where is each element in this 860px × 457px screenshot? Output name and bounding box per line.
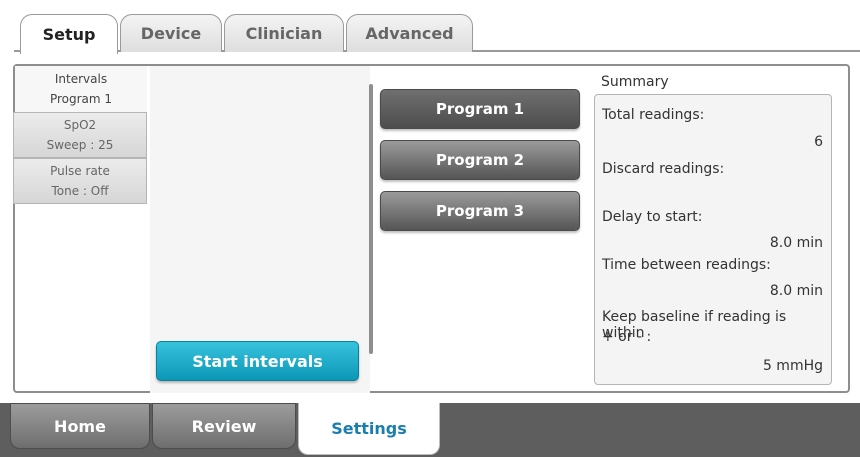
vertical-divider [369, 84, 373, 354]
summary-box: Total readings: 6 Discard readings: Dela… [594, 94, 832, 385]
program-2-button[interactable]: Program 2 [380, 140, 580, 180]
tab-clinician[interactable]: Clinician [224, 14, 344, 52]
list-item-subtitle: Tone : Off [51, 184, 109, 198]
top-tab-bar: Setup Device Clinician Advanced [0, 0, 860, 60]
total-readings-label: Total readings: [602, 107, 705, 123]
summary-title: Summary [601, 74, 669, 90]
list-item-intervals[interactable]: Intervals Program 1 [15, 66, 147, 112]
bottom-tab-home[interactable]: Home [10, 403, 150, 449]
time-between-label: Time between readings: [602, 257, 771, 273]
baseline-label-line2: + or - : [602, 329, 652, 345]
discard-readings-label: Discard readings: [602, 161, 725, 177]
start-intervals-button[interactable]: Start intervals [156, 341, 359, 381]
list-item-spo2[interactable]: SpO2 Sweep : 25 [13, 112, 147, 158]
settings-list: Intervals Program 1 SpO2 Sweep : 25 Puls… [13, 66, 147, 205]
time-between-value: 8.0 min [769, 283, 823, 299]
list-item-title: SpO2 [63, 118, 97, 132]
setup-panel: Intervals Program 1 SpO2 Sweep : 25 Puls… [13, 64, 850, 393]
list-item-pulse-rate[interactable]: Pulse rate Tone : Off [13, 158, 147, 204]
list-item-title: Pulse rate [50, 164, 110, 178]
bottom-tab-review[interactable]: Review [152, 403, 296, 449]
total-readings-value: 6 [814, 134, 823, 150]
baseline-value: 5 mmHg [762, 358, 823, 374]
program-3-button[interactable]: Program 3 [380, 191, 580, 231]
delay-to-start-value: 8.0 min [769, 235, 823, 251]
list-item-title: Intervals [54, 72, 108, 86]
list-item-subtitle: Sweep : 25 [46, 138, 114, 152]
list-item-subtitle: Program 1 [49, 92, 113, 106]
program-1-button[interactable]: Program 1 [380, 89, 580, 129]
delay-to-start-label: Delay to start: [602, 209, 703, 225]
tab-setup[interactable]: Setup [20, 14, 118, 54]
bottom-tab-settings[interactable]: Settings [298, 403, 440, 455]
tab-advanced[interactable]: Advanced [346, 14, 473, 52]
tab-device[interactable]: Device [120, 14, 222, 52]
